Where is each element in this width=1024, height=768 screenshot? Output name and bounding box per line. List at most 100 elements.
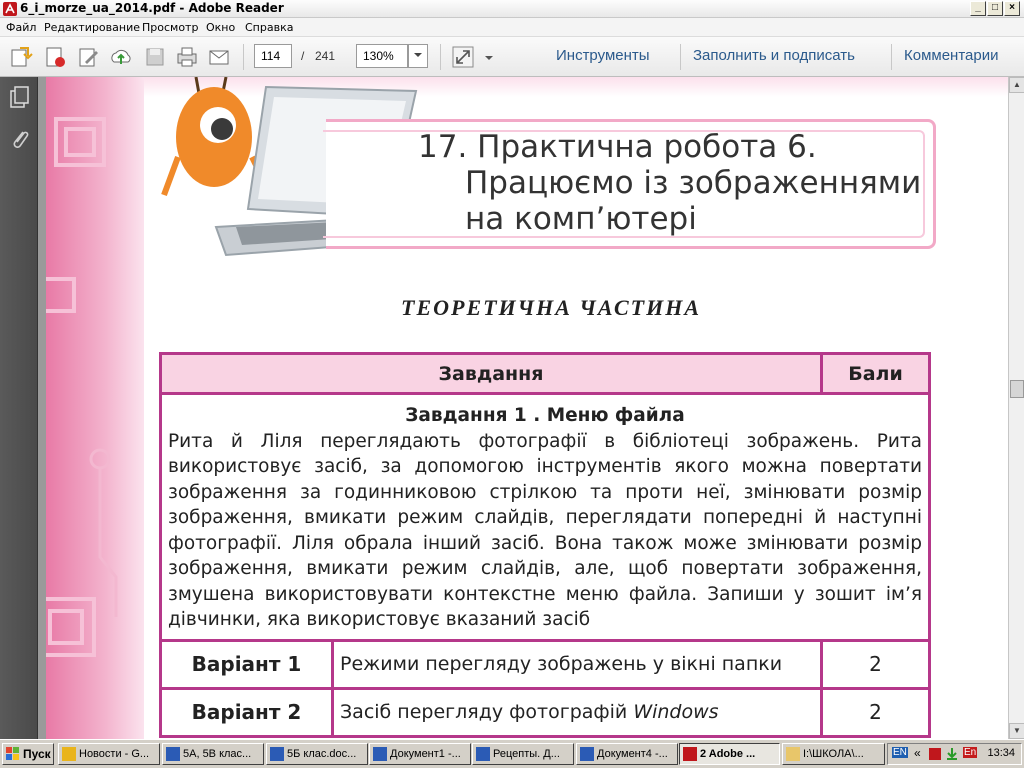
zoom-input[interactable]: 130% bbox=[356, 44, 408, 68]
clock[interactable]: 13:34 bbox=[987, 747, 1015, 759]
variant-label: Варіант 1 bbox=[159, 638, 334, 690]
decorative-square bbox=[64, 127, 96, 157]
toolbar-separator bbox=[440, 44, 441, 70]
heading-line-2: Працюємо із зображеннями bbox=[465, 165, 922, 201]
taskbar-button-label: I:\ШКОЛА\... bbox=[803, 748, 864, 760]
open-file-icon[interactable] bbox=[8, 44, 34, 70]
word-icon bbox=[270, 747, 284, 761]
word-icon bbox=[476, 747, 490, 761]
close-button[interactable]: × bbox=[1004, 1, 1020, 16]
heading-line-1: 17. Практична робота 6. bbox=[418, 129, 817, 165]
taskbar-button[interactable]: 5А, 5В клас... bbox=[162, 743, 264, 765]
taskbar-button[interactable]: 5Б клас.doc... bbox=[266, 743, 368, 765]
table-row: Варіант 1 Режими перегляду зображень у в… bbox=[159, 638, 931, 690]
variant-text: Режими перегляду зображень у вікні папки bbox=[331, 638, 823, 690]
fit-page-icon[interactable] bbox=[450, 44, 476, 70]
toolbar-options-icon[interactable] bbox=[482, 44, 496, 70]
table-header-row: Завдання Бали bbox=[159, 352, 931, 395]
variant-label: Варіант 2 bbox=[159, 686, 334, 738]
total-pages: 241 bbox=[315, 49, 336, 63]
taskbar-button-label: Документ1 -... bbox=[390, 748, 461, 760]
toolbar: 114 / 241 130% Инструменты Заполнить и п… bbox=[0, 37, 1024, 77]
start-button[interactable]: Пуск bbox=[2, 743, 54, 765]
task-block: Завдання 1 . Меню файла Рита й Ліля пере… bbox=[159, 392, 931, 642]
menu-edit[interactable]: Редактирование bbox=[44, 21, 140, 34]
attachments-paperclip-icon[interactable] bbox=[9, 127, 31, 151]
column-header-task: Завдання bbox=[159, 352, 823, 395]
system-tray: EN « En 13:34 bbox=[887, 743, 1022, 765]
adobe-reader-icon bbox=[3, 2, 17, 16]
taskbar-button-label: 5Б клас.doc... bbox=[287, 748, 357, 760]
menu-view[interactable]: Просмотр bbox=[142, 21, 198, 34]
taskbar-button-label: Рецепты. Д... bbox=[493, 748, 560, 760]
taskbar-button[interactable]: 2 Adobe ... bbox=[679, 743, 780, 765]
edit-document-icon[interactable] bbox=[76, 44, 102, 70]
task-title: Завдання 1 . Меню файла bbox=[405, 405, 685, 426]
upload-cloud-icon[interactable] bbox=[108, 44, 134, 70]
fill-and-sign-link[interactable]: Заполнить и подписать bbox=[693, 47, 855, 64]
taskbar-button-label: 2 Adobe ... bbox=[700, 748, 756, 760]
windows-logo-icon bbox=[6, 747, 19, 760]
section-title: ТЕОРЕТИЧНА ЧАСТИНА bbox=[401, 295, 701, 320]
taskbar-button[interactable]: Рецепты. Д... bbox=[472, 743, 574, 765]
menu-window[interactable]: Окно bbox=[206, 21, 235, 34]
tasks-table: Завдання Бали Завдання 1 . Меню файла Ри… bbox=[159, 352, 931, 738]
heading-line-3: на комп’ютері bbox=[465, 201, 697, 237]
tray-language-indicator[interactable]: En bbox=[963, 747, 978, 758]
language-indicator[interactable]: EN bbox=[892, 747, 908, 758]
save-icon[interactable] bbox=[142, 44, 168, 70]
menu-bar: Файл Редактирование Просмотр Окно Справк… bbox=[0, 18, 1024, 37]
task-row: Завдання 1 . Меню файла Рита й Ліля пере… bbox=[159, 392, 931, 642]
taskbar-button[interactable]: Документ1 -... bbox=[369, 743, 471, 765]
decorative-square bbox=[46, 277, 76, 313]
menu-file[interactable]: Файл bbox=[6, 21, 36, 34]
scrollbar-thumb[interactable] bbox=[1010, 380, 1024, 398]
variant-text: Засіб перегляду фотографій Windows bbox=[331, 686, 823, 738]
task-description: Рита й Ліля переглядають фотографії в бі… bbox=[168, 430, 922, 631]
taskbar-button[interactable]: Документ4 -... bbox=[576, 743, 678, 765]
tray-expand-icon[interactable]: « bbox=[914, 746, 921, 760]
variant-score: 2 bbox=[820, 638, 931, 690]
variant-text-plain: Засіб перегляду фотографій bbox=[340, 701, 634, 723]
navigation-pane bbox=[0, 77, 38, 739]
vertical-scrollbar[interactable]: ▲ ▼ bbox=[1008, 77, 1024, 739]
comments-link[interactable]: Комментарии bbox=[904, 47, 998, 64]
variant-text-italic: Windows bbox=[633, 701, 719, 723]
document-view[interactable]: 17. Практична робота 6. Працюємо із зобр… bbox=[38, 77, 1008, 739]
tray-app-icon[interactable] bbox=[928, 747, 942, 761]
table-row: Варіант 2 Засіб перегляду фотографій Win… bbox=[159, 686, 931, 738]
window-title: 6_i_morze_ua_2014.pdf - Adobe Reader bbox=[20, 1, 284, 15]
word-icon bbox=[166, 747, 180, 761]
column-header-score: Бали bbox=[820, 352, 931, 395]
page-thumbnails-icon[interactable] bbox=[9, 85, 31, 109]
scroll-down-button[interactable]: ▼ bbox=[1009, 723, 1024, 739]
taskbar-button-label: 5А, 5В клас... bbox=[183, 748, 252, 760]
scroll-up-button[interactable]: ▲ bbox=[1009, 77, 1024, 93]
chrome-icon bbox=[62, 747, 76, 761]
word-icon bbox=[580, 747, 594, 761]
page-number-input[interactable]: 114 bbox=[254, 44, 292, 68]
toolbar-separator bbox=[243, 44, 244, 70]
minimize-button[interactable]: _ bbox=[970, 1, 986, 16]
pdf-page: 17. Практична робота 6. Працюємо із зобр… bbox=[46, 77, 1008, 739]
toolbar-separator bbox=[680, 44, 681, 70]
taskbar-button[interactable]: I:\ШКОЛА\... bbox=[782, 743, 885, 765]
zoom-dropdown-button[interactable] bbox=[408, 44, 428, 68]
taskbar-button-label: Новости - G... bbox=[79, 748, 150, 760]
taskbar: Пуск Новости - G... 5А, 5В клас... 5Б клас… bbox=[0, 739, 1024, 768]
decorative-square bbox=[48, 609, 84, 645]
tray-download-icon[interactable] bbox=[945, 747, 959, 761]
tools-link[interactable]: Инструменты bbox=[556, 47, 650, 64]
chevron-down-icon bbox=[414, 53, 422, 57]
title-bar: 6_i_morze_ua_2014.pdf - Adobe Reader _ □… bbox=[0, 0, 1024, 18]
print-icon[interactable] bbox=[174, 44, 200, 70]
circuit-line-decoration bbox=[89, 448, 118, 617]
taskbar-button[interactable]: Новости - G... bbox=[58, 743, 160, 765]
menu-help[interactable]: Справка bbox=[245, 21, 293, 34]
word-icon bbox=[373, 747, 387, 761]
lesson-heading: 17. Практична робота 6. Працюємо із зобр… bbox=[418, 129, 921, 237]
create-pdf-icon[interactable] bbox=[42, 44, 68, 70]
toolbar-separator bbox=[891, 44, 892, 70]
email-icon[interactable] bbox=[206, 44, 232, 70]
maximize-button[interactable]: □ bbox=[987, 1, 1003, 16]
